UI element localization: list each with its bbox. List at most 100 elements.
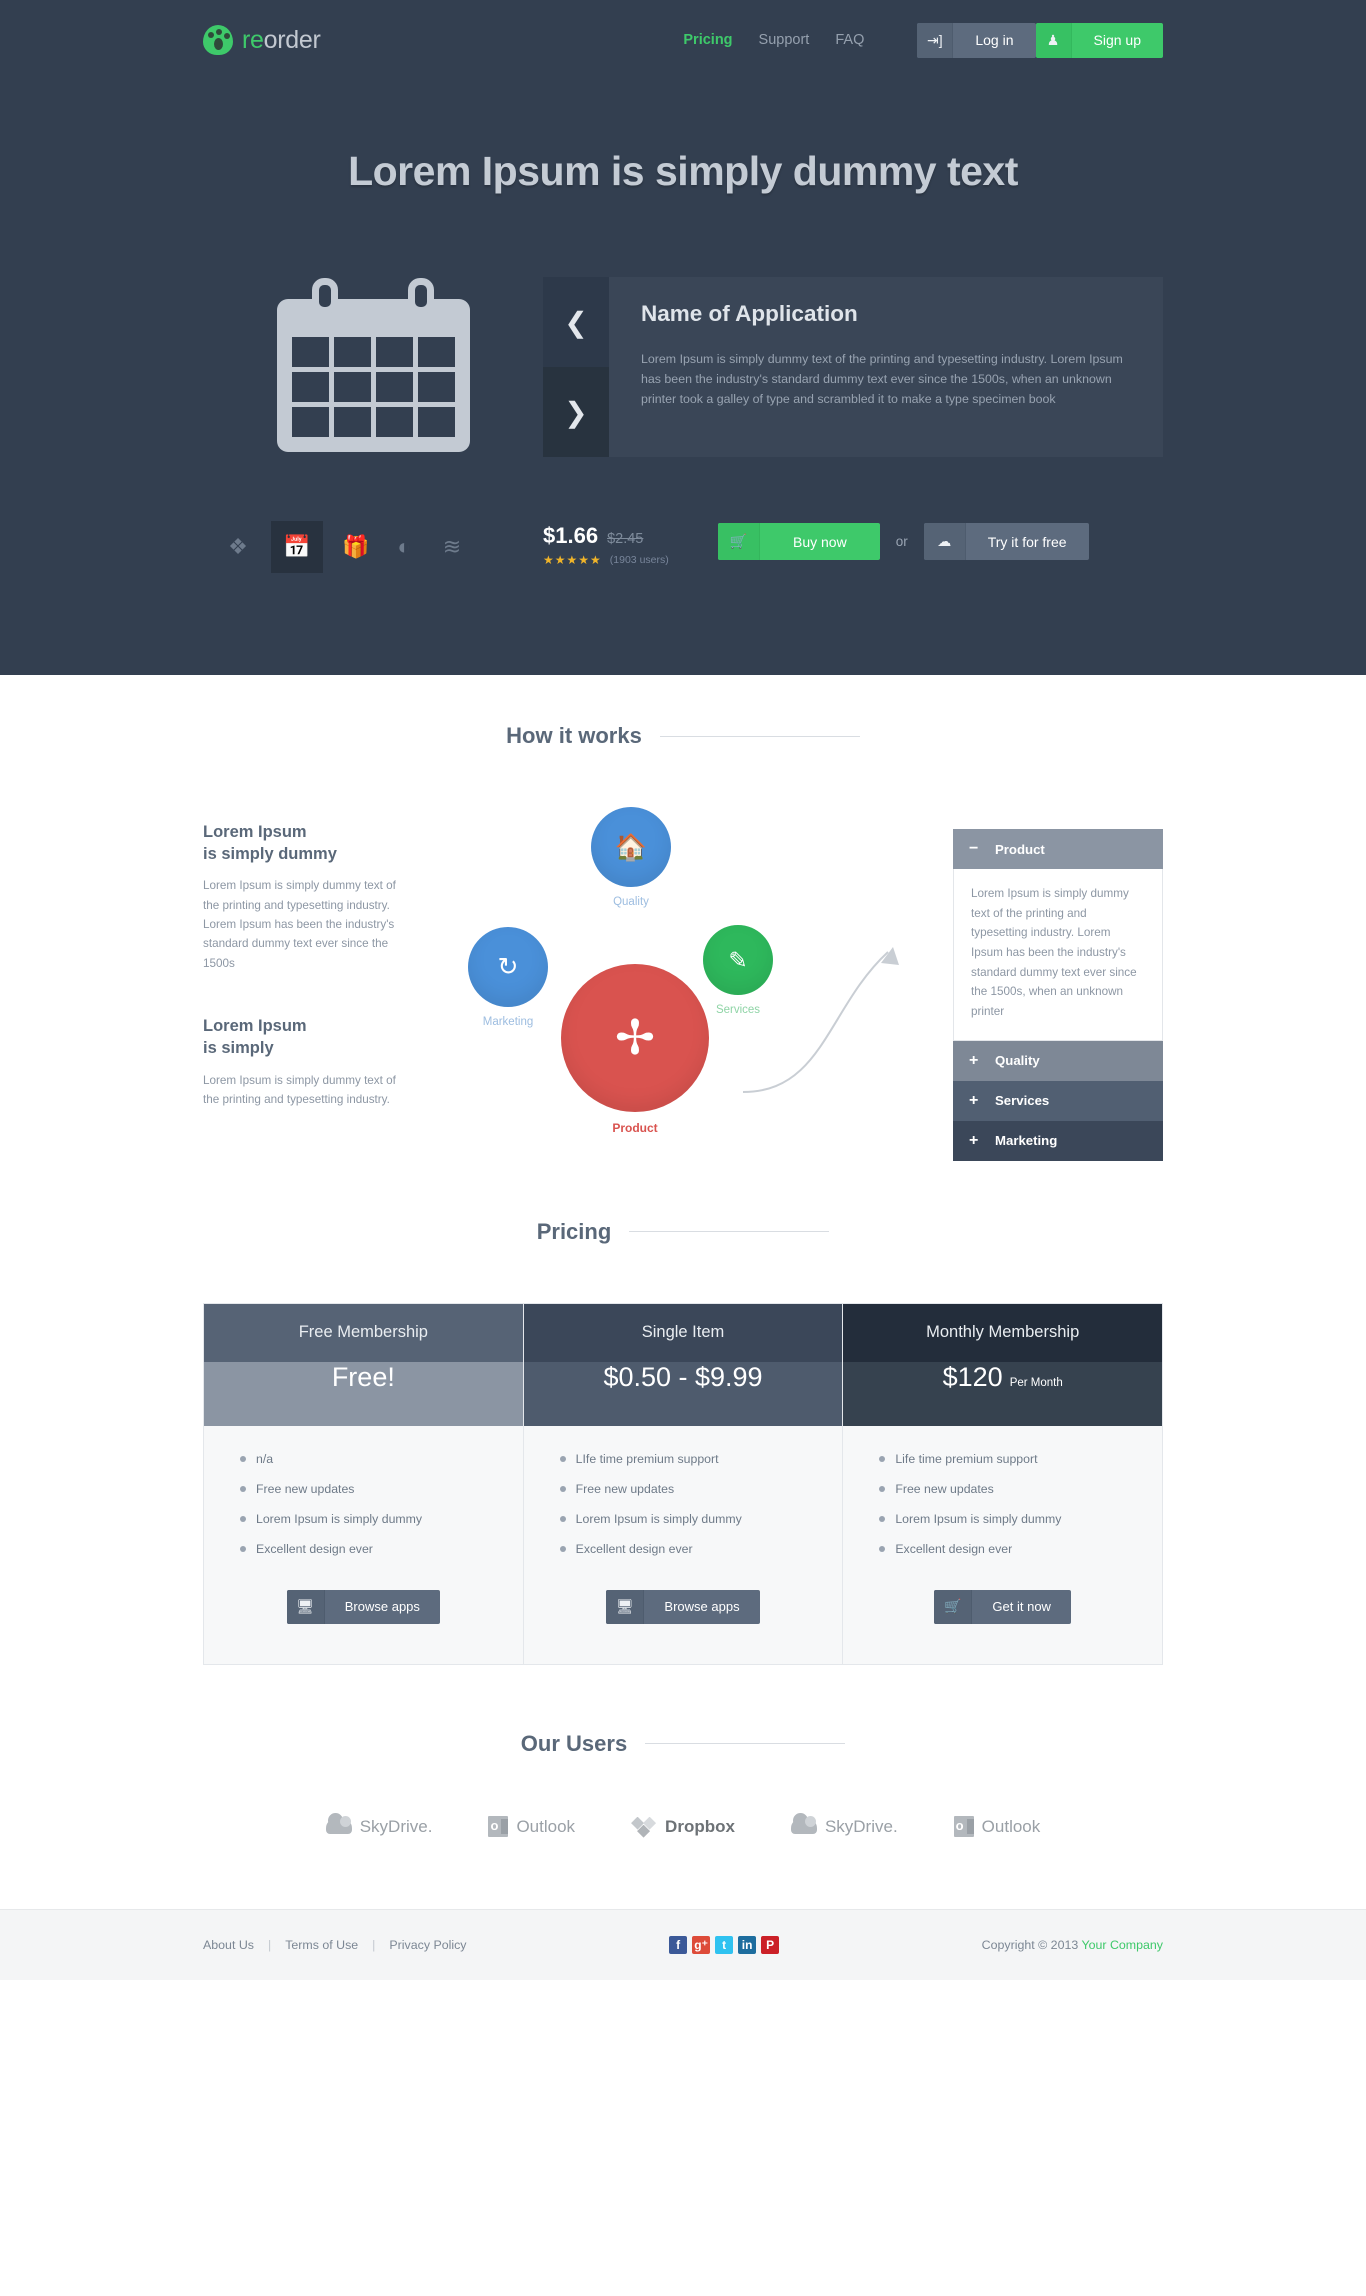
nav-item-support[interactable]: Support bbox=[759, 32, 810, 48]
section-title: Our Users bbox=[520, 1730, 628, 1756]
accordion-label-product: Product bbox=[995, 841, 1045, 857]
or-label: or bbox=[895, 534, 908, 549]
twitter-icon[interactable]: t bbox=[715, 1935, 734, 1954]
signup-button[interactable]: ♟ Sign up bbox=[1035, 22, 1163, 58]
hero-section: reorder Pricing Support FAQ ⇥] Log in ♟ bbox=[0, 0, 1366, 675]
shuffle-icon: ✢ bbox=[561, 964, 709, 1112]
section-title: Pricing bbox=[536, 1218, 612, 1244]
copyright-text: Copyright © 2013 bbox=[981, 1937, 1082, 1952]
process-diagram: 🏠 Quality ↻ Marketing ✎ Services ✢ Produ… bbox=[413, 807, 953, 1135]
login-button-label: Log in bbox=[975, 32, 1014, 48]
logo[interactable]: reorder bbox=[203, 25, 321, 55]
login-arrow-icon: ⇥] bbox=[917, 22, 954, 58]
plan-monthly-period: Per Month bbox=[1009, 1376, 1063, 1389]
plan-single-amount: $0.50 - $9.99 bbox=[603, 1361, 763, 1392]
plan-monthly-button[interactable]: 🛒 Get it now bbox=[934, 1589, 1071, 1624]
slider-next-button[interactable]: ❯ bbox=[543, 367, 609, 457]
client-logos: SkyDrive. Outlook Dropbox SkyDrive. Outl… bbox=[203, 1813, 1163, 1839]
plan-single-price: $0.50 - $9.99 bbox=[523, 1361, 843, 1426]
node-marketing[interactable]: ↻ Marketing bbox=[468, 927, 548, 1028]
linkedin-icon[interactable]: in bbox=[738, 1935, 757, 1954]
thumb-dashboard-icon[interactable]: ◐ bbox=[389, 532, 419, 562]
plus-icon: + bbox=[969, 1131, 979, 1149]
node-services[interactable]: ✎ Services bbox=[703, 925, 773, 1016]
try-free-button[interactable]: ☁ Try it for free bbox=[923, 523, 1089, 560]
thumb-rss-icon[interactable]: ≋ bbox=[437, 532, 467, 562]
footer-link-terms[interactable]: Terms of Use bbox=[285, 1938, 358, 1952]
cart-icon: 🛒 bbox=[718, 523, 760, 560]
home-icon: 🏠 bbox=[591, 807, 671, 887]
list-item: Lorem Ipsum is simply dummy bbox=[559, 1512, 843, 1526]
facebook-icon[interactable]: f bbox=[669, 1935, 688, 1954]
node-product-label: Product bbox=[612, 1121, 658, 1135]
cloud-icon bbox=[325, 1813, 352, 1835]
login-button[interactable]: ⇥] Log in bbox=[917, 22, 1036, 58]
googleplus-icon[interactable]: g⁺ bbox=[692, 1935, 711, 1954]
company-name: Your Company bbox=[1081, 1937, 1163, 1952]
monitor-icon: 🖥 bbox=[606, 1589, 645, 1624]
accordion-item-product[interactable]: − Product bbox=[953, 829, 1163, 869]
block-1-body: Lorem Ipsum is simply dummy text of the … bbox=[203, 879, 396, 970]
logo-skydrive-2: SkyDrive. bbox=[790, 1813, 898, 1837]
list-item: n/a bbox=[240, 1452, 523, 1466]
how-it-works-text-column: Lorem Ipsum is simply dummy Lorem Ipsum … bbox=[203, 807, 413, 1161]
try-free-label: Try it for free bbox=[987, 533, 1067, 550]
logo-skydrive: SkyDrive. bbox=[325, 1813, 433, 1837]
thumb-gift-icon[interactable]: 🎁 bbox=[341, 532, 371, 562]
hero-body: ❮ ❯ Name of Application Lorem Ipsum is s… bbox=[203, 195, 1163, 457]
accordion-item-marketing[interactable]: + Marketing bbox=[953, 1120, 1163, 1161]
list-item: Excellent design ever bbox=[559, 1542, 843, 1556]
refresh-icon: ↻ bbox=[468, 927, 548, 1007]
buy-now-label: Buy now bbox=[793, 533, 847, 550]
buy-now-button[interactable]: 🛒 Buy now bbox=[718, 523, 880, 560]
block-1-title: Lorem Ipsum is simply dummy bbox=[203, 823, 337, 864]
nav-item-pricing[interactable]: Pricing bbox=[683, 32, 732, 48]
logo-label: SkyDrive. bbox=[359, 1816, 433, 1836]
slider-prev-button[interactable]: ❮ bbox=[543, 277, 609, 367]
plan-monthly: Monthly Membership $120 Per Month Life t… bbox=[843, 1303, 1163, 1664]
section-title: How it works bbox=[506, 723, 642, 748]
plan-single: Single Item $0.50 - $9.99 LIfe time prem… bbox=[523, 1303, 844, 1664]
signup-button-label: Sign up bbox=[1093, 32, 1141, 48]
list-item: Free new updates bbox=[879, 1482, 1162, 1496]
plan-free-button[interactable]: 🖥 Browse apps bbox=[286, 1589, 440, 1624]
logo-label: Outlook bbox=[516, 1816, 576, 1836]
divider: | bbox=[372, 1937, 376, 1952]
plan-monthly-price: $120 Per Month bbox=[843, 1361, 1163, 1426]
plan-single-button[interactable]: 🖥 Browse apps bbox=[606, 1589, 760, 1624]
outlook-icon bbox=[953, 1816, 974, 1838]
logo-dropbox: Dropbox bbox=[631, 1815, 735, 1839]
block-2-body: Lorem Ipsum is simply dummy text of the … bbox=[203, 1073, 396, 1106]
plan-single-name: Single Item bbox=[523, 1303, 843, 1362]
list-item: Life time premium support bbox=[879, 1452, 1162, 1466]
node-services-label: Services bbox=[715, 1004, 761, 1016]
footer-link-about[interactable]: About Us bbox=[203, 1938, 254, 1952]
slider-arrows: ❮ ❯ bbox=[543, 277, 609, 457]
thumb-calendar-icon[interactable]: 📅 bbox=[271, 521, 323, 573]
cloud-icon bbox=[790, 1813, 817, 1835]
list-item: Excellent design ever bbox=[240, 1542, 523, 1556]
divider: | bbox=[267, 1937, 272, 1952]
app-icon-column bbox=[203, 273, 543, 457]
logo-label: SkyDrive. bbox=[824, 1816, 898, 1836]
nav-item-faq[interactable]: FAQ bbox=[835, 32, 864, 48]
node-quality[interactable]: 🏠 Quality bbox=[591, 807, 671, 908]
block-2-title: Lorem Ipsum is simply bbox=[203, 1017, 307, 1058]
site-footer: About Us | Terms of Use | Privacy Policy… bbox=[0, 1908, 1366, 1980]
main-nav: Pricing Support FAQ ⇥] Log in ♟ Sign up bbox=[683, 22, 1163, 58]
how-it-works-heading: How it works bbox=[203, 723, 1163, 749]
plan-free-button-label: Browse apps bbox=[344, 1599, 420, 1615]
accordion-item-quality[interactable]: + Quality bbox=[953, 1040, 1163, 1081]
pinterest-icon[interactable]: P bbox=[761, 1935, 780, 1954]
accordion: − Product Lorem Ipsum is simply dummy te… bbox=[953, 807, 1163, 1161]
cart-icon: 🛒 bbox=[934, 1589, 973, 1624]
accordion-item-services[interactable]: + Services bbox=[953, 1080, 1163, 1121]
plan-monthly-features: Life time premium support Free new updat… bbox=[843, 1426, 1162, 1572]
cta-group: 🛒 Buy now or ☁ Try it for free bbox=[718, 523, 1089, 560]
node-product[interactable]: ✢ Product bbox=[561, 964, 709, 1135]
thumb-leaf-icon[interactable]: ❖ bbox=[223, 532, 253, 562]
footer-link-privacy[interactable]: Privacy Policy bbox=[389, 1938, 466, 1952]
logo-text-rest: order bbox=[263, 25, 321, 54]
price-block: $1.66 $2.45 ★★★★★ (1903 users) bbox=[543, 523, 718, 567]
logo-mark-icon bbox=[203, 25, 233, 55]
